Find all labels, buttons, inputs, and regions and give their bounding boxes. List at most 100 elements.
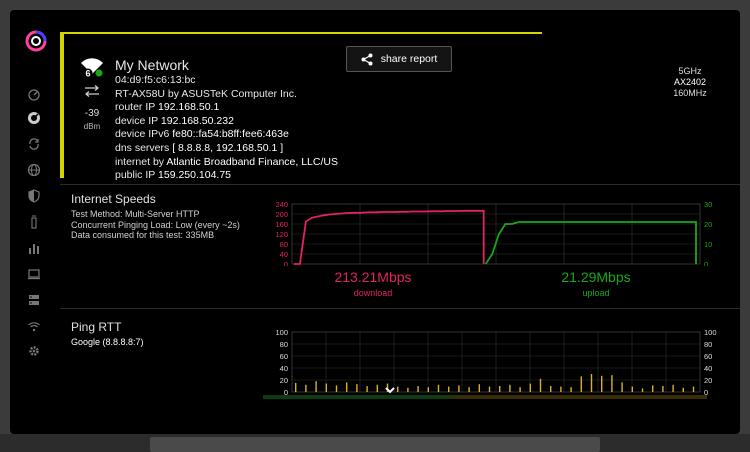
ping-bar xyxy=(529,383,531,392)
bar-chart-icon[interactable] xyxy=(27,241,41,255)
ping-ytick-left: 80 xyxy=(280,340,288,349)
ping-load: Concurrent Pinging Load: Low (every ~2s) xyxy=(71,219,240,230)
app-screen: 6 -39 dBm My Network 04:d9:f5:c6:13:bc R… xyxy=(10,10,740,434)
accent-bar xyxy=(60,32,64,178)
dns-servers: [ 8.8.8.8, 192.168.50.1 ] xyxy=(172,141,284,154)
wifi-signal-icon: 6 xyxy=(81,58,103,79)
upload-series-line xyxy=(484,221,697,265)
ping-bar xyxy=(356,384,358,392)
test-method: Test Method: Multi-Server HTTP xyxy=(71,209,200,219)
router-ip-row: router IP 192.168.50.1 xyxy=(115,101,338,115)
ping-ytick-left: 20 xyxy=(280,376,288,385)
ping-bar xyxy=(601,375,603,392)
band-info: 5GHz AX2402 160MHz xyxy=(650,66,730,99)
speed-ytick-right: 20 xyxy=(704,220,712,229)
refresh-icon[interactable] xyxy=(27,137,41,151)
speed-ytick-right: 0 xyxy=(704,260,708,266)
tv-stand xyxy=(150,437,600,452)
speed-ytick-left: 200 xyxy=(275,210,288,219)
section-divider xyxy=(60,184,740,185)
speed-ytick-right: 30 xyxy=(704,200,712,209)
router-model: RT-AX58U by ASUSTeK Computer Inc. xyxy=(115,87,297,100)
ping-title: Ping RTT xyxy=(71,320,122,334)
upload-label: upload xyxy=(582,288,610,298)
ping-bar xyxy=(458,385,460,392)
ping-bar xyxy=(590,374,593,392)
ping-bar xyxy=(499,386,501,392)
shield-icon[interactable] xyxy=(27,189,41,203)
ping-ytick-left: 100 xyxy=(275,328,288,337)
ping-bar xyxy=(519,387,521,392)
speed-ytick-left: 160 xyxy=(275,220,288,229)
speedometer-icon[interactable] xyxy=(27,87,41,101)
ping-bar xyxy=(478,384,480,392)
speed-ytick-left: 0 xyxy=(284,260,288,266)
speeds-title: Internet Speeds xyxy=(71,192,156,206)
ping-chart-svg: 100 10080 8060 6040 4020 200 0 xyxy=(275,328,717,397)
ping-ytick-right: 20 xyxy=(704,376,712,385)
speeds-details: Test Method: Multi-Server HTTP Concurren… xyxy=(71,209,240,241)
isp-row: internet by Atlantic Broadband Finance, … xyxy=(115,156,338,170)
network-info: My Network 04:d9:f5:c6:13:bc RT-AX58U by… xyxy=(115,56,338,183)
wifi-icon[interactable] xyxy=(27,319,41,333)
tv-frame: 6 -39 dBm My Network 04:d9:f5:c6:13:bc R… xyxy=(0,0,750,452)
ping-bar xyxy=(662,386,664,392)
device-ipv6-row: device IPv6 fe80::fa54:b8ff:fee6:463e xyxy=(115,128,338,142)
device-ipv6-label: device IPv6 xyxy=(115,128,170,141)
speed-ytick-left: 80 xyxy=(280,240,288,249)
download-label: download xyxy=(353,288,393,298)
expand-chevron-icon[interactable] xyxy=(383,383,397,397)
wifi6-badge: 6 xyxy=(85,69,90,79)
download-value: 213.21Mbps xyxy=(334,269,412,285)
accent-top-line xyxy=(64,32,542,34)
router-ip: 192.168.50.1 xyxy=(158,101,220,114)
public-ip: 159.250.104.75 xyxy=(158,169,232,182)
network-name: My Network xyxy=(115,57,189,73)
server-icon[interactable] xyxy=(27,293,41,307)
ping-bar xyxy=(346,382,348,392)
gauge-icon[interactable] xyxy=(27,111,41,125)
ping-bar xyxy=(611,375,613,392)
ping-bar xyxy=(448,386,450,392)
gear-icon[interactable] xyxy=(27,344,41,358)
wifi-standard: AX2402 xyxy=(673,77,707,87)
ping-bar xyxy=(315,381,317,392)
share-report-button[interactable]: share report xyxy=(346,46,452,72)
public-ip-row: public IP 159.250.104.75 xyxy=(115,169,338,183)
globe-icon[interactable] xyxy=(27,163,41,177)
speed-chart: 240 200 160 120 80 40 0 30 20 10 0 xyxy=(260,196,720,271)
logo-icon xyxy=(25,30,47,52)
router-icon[interactable] xyxy=(27,215,41,229)
signal-strength: -39 xyxy=(84,108,100,119)
ping-bar xyxy=(417,386,419,392)
ping-bar xyxy=(652,385,654,392)
ping-bar xyxy=(468,387,470,392)
share-icon xyxy=(361,53,373,65)
ping-bar xyxy=(366,386,368,392)
band-frequency: 5GHz xyxy=(678,66,702,76)
speed-ytick-right: 10 xyxy=(704,240,712,249)
ping-bar xyxy=(295,383,297,392)
section-divider xyxy=(60,308,740,309)
ping-bar xyxy=(427,387,429,392)
signal-unit: dBm xyxy=(83,122,101,131)
ping-ytick-right: 40 xyxy=(704,364,712,373)
ping-ytick-right: 100 xyxy=(704,328,717,337)
device-ipv6: fe80::fa54:b8ff:fee6:463e xyxy=(172,128,289,141)
public-ip-label: public IP xyxy=(115,169,156,182)
router-ip-label: router IP xyxy=(115,101,156,114)
ping-ytick-right: 60 xyxy=(704,352,712,361)
transfer-arrows-icon xyxy=(84,85,100,97)
sidebar xyxy=(10,10,56,434)
ping-bar xyxy=(560,386,562,392)
dns-label: dns servers xyxy=(115,141,170,154)
ping-ytick-left: 60 xyxy=(280,352,288,361)
dns-row: dns servers [ 8.8.8.8, 192.168.50.1 ] xyxy=(115,142,338,156)
device-ip-row: device IP 192.168.50.232 xyxy=(115,115,338,129)
ping-bar xyxy=(621,382,623,392)
data-consumed: Data consumed for this test: 335MB xyxy=(71,230,215,240)
device-ip-label: device IP xyxy=(115,114,158,127)
ping-bar xyxy=(325,383,327,392)
laptop-icon[interactable] xyxy=(27,267,41,281)
ping-bar xyxy=(631,386,633,392)
